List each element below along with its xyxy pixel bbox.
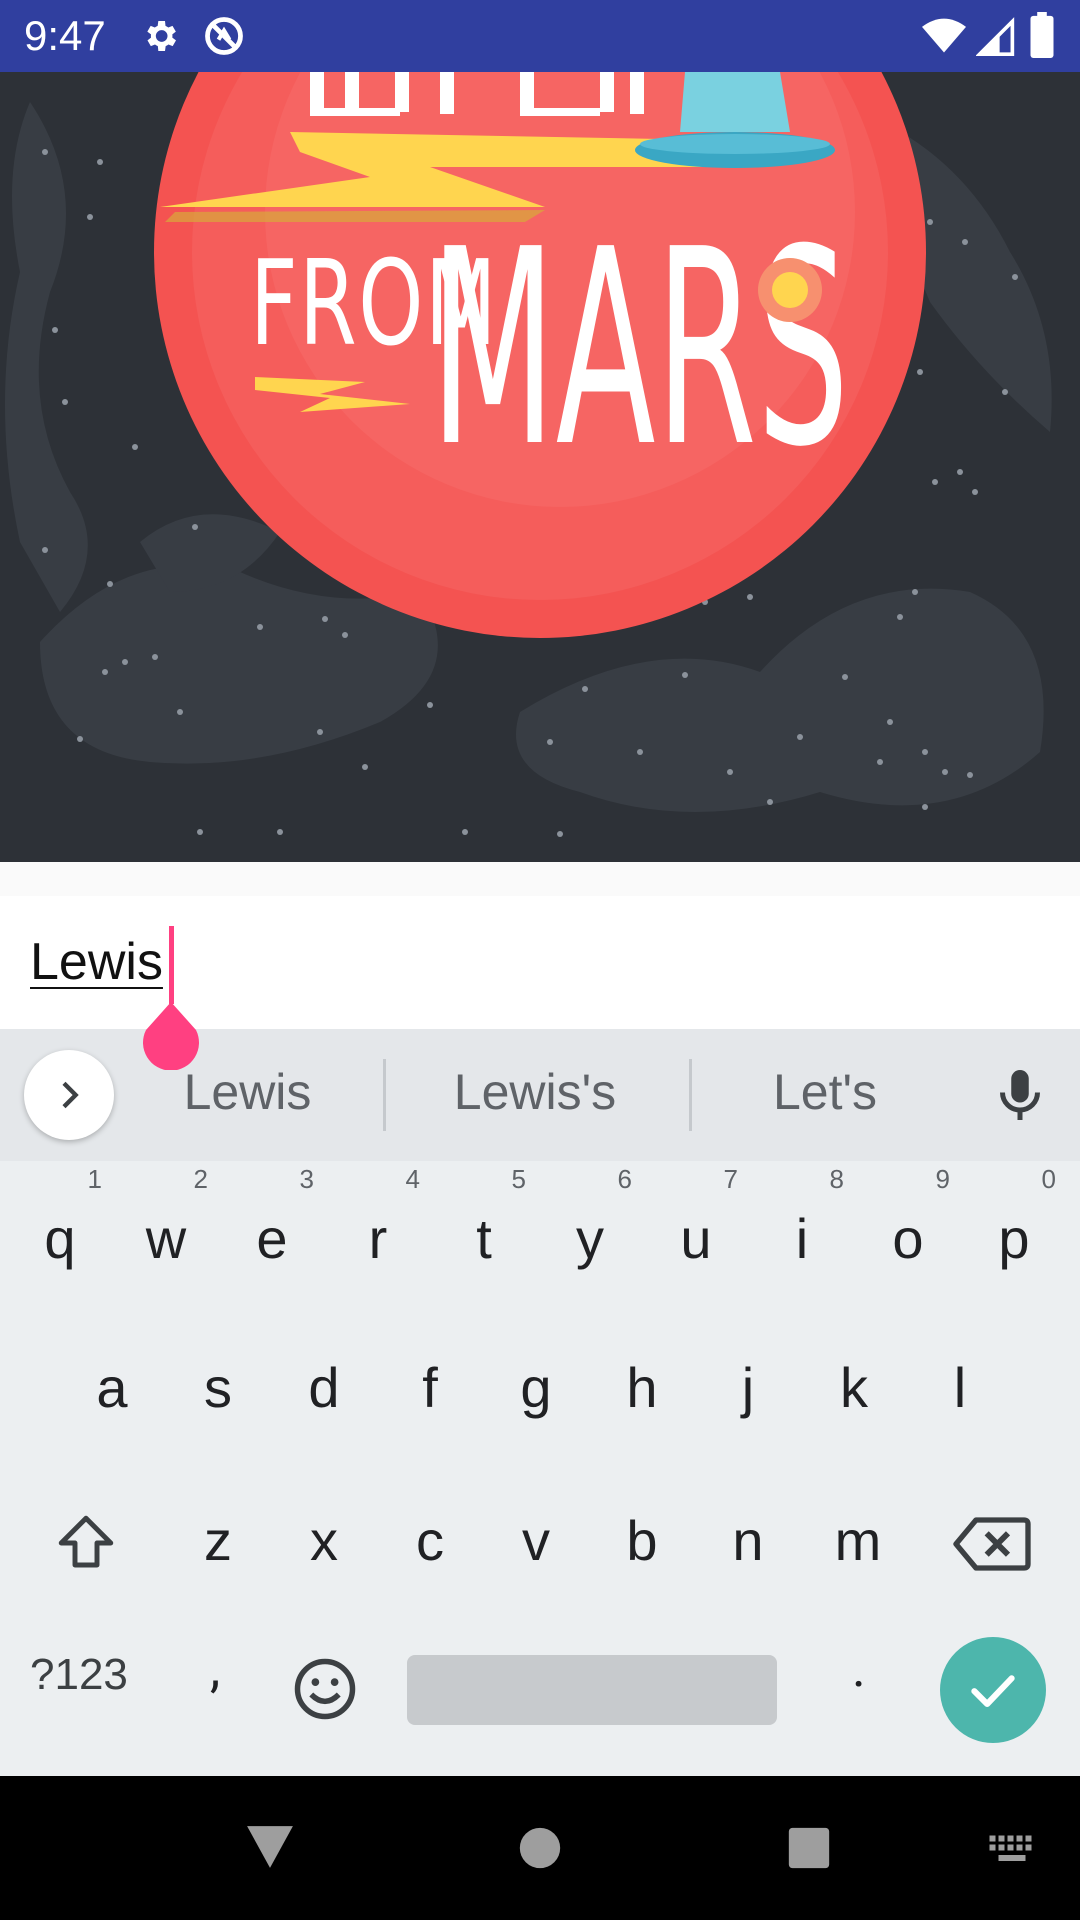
status-bar: 9:47	[0, 0, 1080, 72]
status-time: 9:47	[24, 12, 106, 59]
gear-icon	[147, 21, 176, 51]
enter-button[interactable]	[940, 1637, 1046, 1743]
key-r[interactable]: r4	[328, 1166, 428, 1304]
hero-mars-text: MARS	[430, 191, 849, 506]
suggestion-divider	[689, 1059, 692, 1131]
key-f[interactable]: f	[380, 1323, 480, 1453]
key-s[interactable]: s	[168, 1323, 268, 1453]
space-bar[interactable]	[407, 1655, 777, 1725]
key-t[interactable]: t5	[434, 1166, 534, 1304]
text-input-value[interactable]: Lewis	[30, 932, 163, 992]
emoji-icon[interactable]	[292, 1656, 358, 1722]
key-q[interactable]: q1	[10, 1166, 110, 1304]
key-p[interactable]: p0	[964, 1166, 1064, 1304]
microphone-icon[interactable]	[990, 1065, 1050, 1125]
divider-strip	[0, 862, 1080, 896]
key-m[interactable]: m	[808, 1476, 908, 1606]
backspace-icon[interactable]	[952, 1512, 1032, 1576]
key-h[interactable]: h	[592, 1323, 692, 1453]
battery-icon	[1030, 12, 1054, 58]
key-k[interactable]: k	[804, 1323, 904, 1453]
checkmark-icon	[971, 1675, 1015, 1708]
key-a[interactable]: a	[62, 1323, 162, 1453]
symbols-key[interactable]: ?123	[30, 1650, 128, 1700]
key-u[interactable]: u7	[646, 1166, 746, 1304]
navigation-bar	[0, 1776, 1080, 1920]
suggestion-divider	[383, 1059, 386, 1131]
key-y[interactable]: y6	[540, 1166, 640, 1304]
chevron-right-icon	[62, 1081, 79, 1109]
wifi-icon	[922, 18, 966, 53]
key-v[interactable]: v	[486, 1476, 586, 1606]
key-z[interactable]: z	[168, 1476, 268, 1606]
key-j[interactable]: j	[698, 1323, 798, 1453]
key-c[interactable]: c	[380, 1476, 480, 1606]
key-i[interactable]: i8	[752, 1166, 852, 1304]
recents-icon[interactable]	[787, 1826, 831, 1870]
key-w[interactable]: w2	[116, 1166, 216, 1304]
hero-artwork: FROM MARS	[0, 72, 1080, 862]
home-icon[interactable]	[518, 1826, 562, 1870]
back-icon[interactable]	[245, 1824, 295, 1870]
do-not-disturb-icon	[205, 17, 243, 55]
key-l[interactable]: l	[910, 1323, 1010, 1453]
suggestion-3[interactable]: Let's	[755, 1063, 895, 1121]
key-period[interactable]: .	[852, 1638, 866, 1699]
cursor-handle-icon[interactable]	[142, 1002, 200, 1070]
cell-signal-icon	[976, 17, 1015, 56]
key-e[interactable]: e3	[222, 1166, 322, 1304]
key-n[interactable]: n	[698, 1476, 798, 1606]
key-o[interactable]: o9	[858, 1166, 958, 1304]
key-g[interactable]: g	[486, 1323, 586, 1453]
keyboard-switch-icon[interactable]	[988, 1834, 1036, 1864]
suggestion-1[interactable]: Lewis	[175, 1063, 320, 1121]
key-d[interactable]: d	[274, 1323, 374, 1453]
key-b[interactable]: b	[592, 1476, 692, 1606]
key-comma[interactable]: ,	[210, 1638, 220, 1699]
shift-icon[interactable]	[52, 1510, 120, 1576]
key-x[interactable]: x	[274, 1476, 374, 1606]
expand-toolbar-button[interactable]	[24, 1050, 114, 1140]
text-cursor	[169, 926, 174, 1004]
suggestion-2[interactable]: Lewis's	[440, 1063, 630, 1121]
